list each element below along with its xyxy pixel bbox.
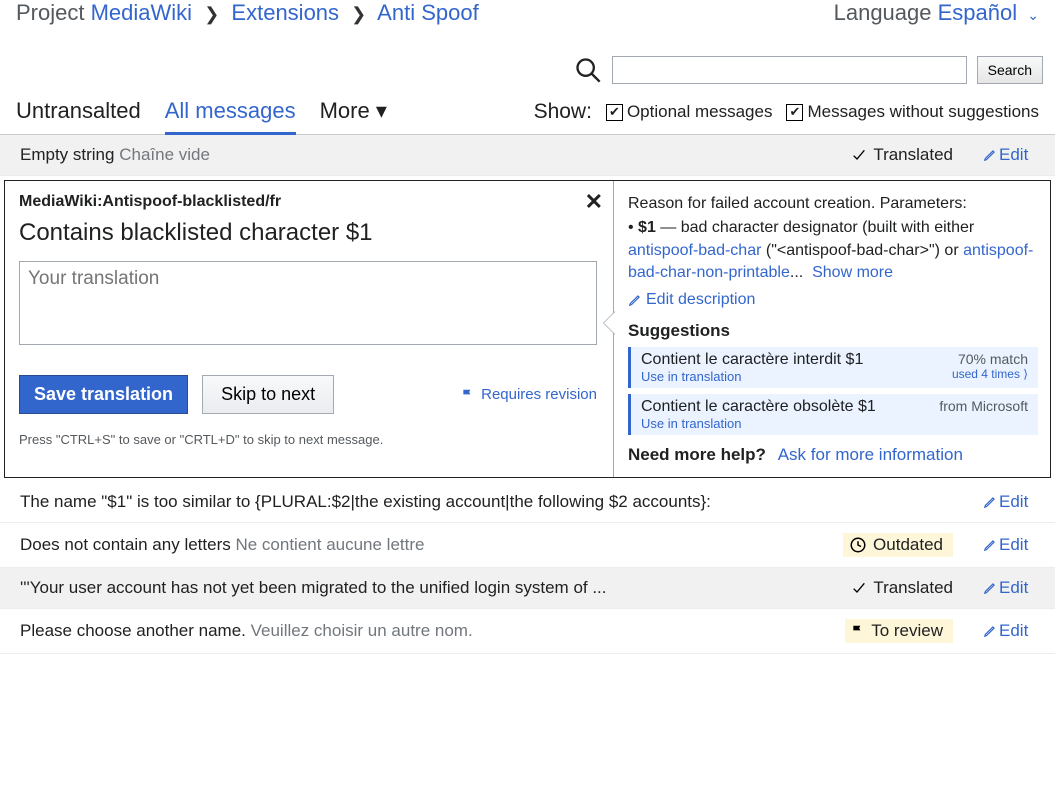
tab-all-messages[interactable]: All messages	[165, 94, 296, 135]
use-in-translation-link[interactable]: Use in translation	[641, 369, 863, 384]
pencil-icon	[983, 624, 997, 638]
message-row[interactable]: Does not contain any letters Ne contient…	[0, 523, 1055, 568]
suggestion-text: Contient le caractère obsolète $1	[641, 398, 876, 416]
row-translation: Ne contient aucune lettre	[235, 535, 424, 554]
flag-icon	[461, 388, 475, 402]
project-label: Project	[16, 0, 84, 25]
check-icon	[851, 147, 867, 163]
suggestion-item: Contient le caractère obsolète $1 Use in…	[628, 394, 1038, 435]
skip-button[interactable]: Skip to next	[202, 375, 334, 414]
search-input[interactable]	[612, 56, 967, 84]
suggestion-match: 70% match	[952, 351, 1028, 367]
chevron-right-icon: ❯	[204, 4, 219, 24]
tab-untranslated[interactable]: Untransalted	[16, 94, 141, 132]
row-source: '''Your user account has not yet been mi…	[20, 578, 607, 597]
row-source: The name "$1" is too similar to {PLURAL:…	[20, 492, 711, 511]
translation-input[interactable]	[19, 261, 597, 345]
panel-pointer	[604, 311, 616, 335]
pencil-icon	[628, 293, 642, 307]
edit-link[interactable]: Edit	[983, 492, 1039, 512]
suggestion-usage-link[interactable]: used 4 times ⟩	[952, 367, 1028, 381]
message-row[interactable]: '''Your user account has not yet been mi…	[0, 568, 1055, 609]
show-label: Show:	[534, 100, 592, 124]
pencil-icon	[983, 581, 997, 595]
message-row[interactable]: Empty string Chaîne vide Translated Edit	[0, 135, 1055, 176]
close-icon[interactable]: ✕	[585, 189, 603, 215]
edit-link[interactable]: Edit	[983, 578, 1039, 598]
tab-more[interactable]: More ▾	[320, 98, 387, 124]
language-label: Language	[834, 0, 932, 25]
more-help: Need more help? Ask for more information	[628, 445, 1038, 465]
edit-link[interactable]: Edit	[983, 145, 1039, 165]
chevron-down-icon: ⌄	[1027, 7, 1039, 23]
search-icon	[574, 56, 602, 84]
chevron-right-icon: ❯	[351, 4, 366, 24]
clock-icon	[849, 536, 867, 554]
language-value: Español	[938, 0, 1018, 25]
crumb-antispoof[interactable]: Anti Spoof	[377, 0, 479, 25]
language-selector[interactable]: Language Español ⌄	[834, 0, 1039, 26]
pencil-icon	[983, 495, 997, 509]
requires-revision-link[interactable]: Requires revision	[461, 386, 597, 403]
edit-description-link[interactable]: Edit description	[628, 291, 755, 309]
status-translated: Translated	[833, 145, 953, 165]
pencil-icon	[983, 148, 997, 162]
doc-link[interactable]: antispoof-bad-char	[628, 242, 761, 259]
show-more-link[interactable]: Show more	[812, 264, 893, 281]
suggestions-heading: Suggestions	[628, 321, 1038, 341]
keyboard-hint: Press "CTRL+S" to save or "CRTL+D" to sk…	[19, 432, 597, 447]
edit-link[interactable]: Edit	[983, 535, 1039, 555]
row-source: Empty string	[20, 145, 114, 164]
checkbox-icon: ✔	[606, 104, 623, 121]
suggestion-source: from Microsoft	[939, 398, 1028, 414]
message-row[interactable]: Please choose another name. Veuillez cho…	[0, 609, 1055, 654]
source-text: Contains blacklisted character $1	[19, 219, 597, 247]
row-source: Does not contain any letters	[20, 535, 231, 554]
row-source: Please choose another name.	[20, 621, 246, 640]
edit-link[interactable]: Edit	[983, 621, 1039, 641]
save-button[interactable]: Save translation	[19, 375, 188, 414]
use-in-translation-link[interactable]: Use in translation	[641, 416, 876, 431]
crumb-extensions[interactable]: Extensions	[231, 0, 339, 25]
checkbox-icon: ✔	[786, 104, 803, 121]
suggestion-item: Contient le caractère interdit $1 Use in…	[628, 347, 1038, 388]
row-translation: Veuillez choisir un autre nom.	[251, 621, 473, 640]
check-icon	[851, 580, 867, 596]
caret-down-icon: ▾	[376, 98, 387, 123]
message-key: MediaWiki:Antispoof-blacklisted/fr	[19, 193, 597, 211]
status-translated: Translated	[833, 578, 953, 598]
message-description: Reason for failed account creation. Para…	[628, 193, 1038, 285]
checkbox-without-suggestions[interactable]: ✔ Messages without suggestions	[786, 102, 1039, 122]
flag-icon	[851, 624, 865, 638]
status-outdated: Outdated	[843, 533, 953, 557]
suggestion-text: Contient le caractère interdit $1	[641, 351, 863, 369]
breadcrumb: Project MediaWiki ❯ Extensions ❯ Anti Sp…	[16, 0, 479, 26]
checkbox-optional-messages[interactable]: ✔ Optional messages	[606, 102, 773, 122]
search-button[interactable]: Search	[977, 56, 1043, 84]
row-translation: Chaîne vide	[119, 145, 210, 164]
crumb-project[interactable]: MediaWiki	[91, 0, 192, 25]
pencil-icon	[983, 538, 997, 552]
ask-info-link[interactable]: Ask for more information	[778, 445, 963, 464]
status-to-review: To review	[845, 619, 953, 643]
message-row[interactable]: The name "$1" is too similar to {PLURAL:…	[0, 482, 1055, 523]
translation-editor: ✕ MediaWiki:Antispoof-blacklisted/fr Con…	[4, 180, 1051, 478]
